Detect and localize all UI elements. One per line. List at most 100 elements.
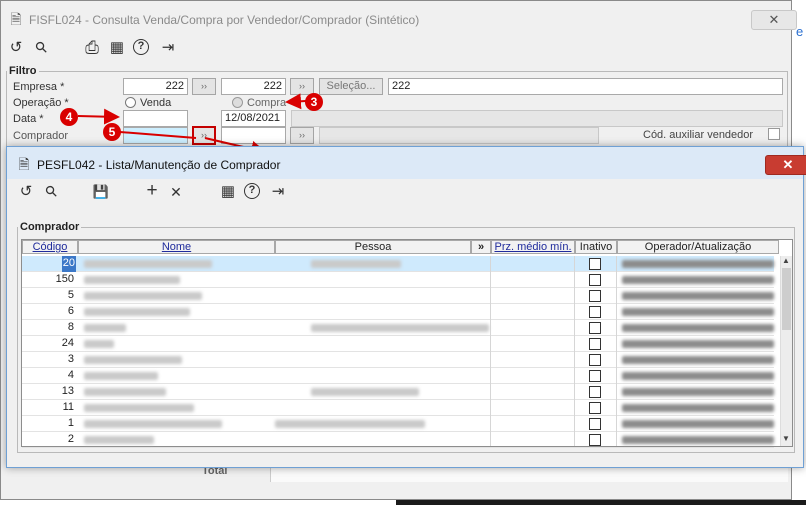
column-header-pessoa[interactable]: Pessoa	[275, 240, 471, 254]
redacted-nome	[84, 340, 114, 348]
refresh-icon[interactable]: ↺	[17, 183, 35, 201]
comprador-to-lookup-button[interactable]: ››	[290, 127, 314, 144]
empresa-from-input[interactable]: 222	[123, 78, 188, 95]
redacted-operador	[622, 260, 774, 268]
selecao-value-field[interactable]: 222	[388, 78, 783, 95]
window-close-button[interactable]: ✕	[751, 10, 797, 30]
print-icon[interactable]: ⎙	[83, 39, 101, 57]
comprador-to-input[interactable]	[221, 127, 286, 144]
scroll-up-icon[interactable]: ▲	[782, 256, 790, 265]
codigo-cell: 4	[67, 369, 74, 381]
annotation-badge-5: 5	[103, 123, 121, 141]
redacted-nome	[84, 420, 222, 428]
table-row[interactable]: 6	[22, 304, 774, 320]
table-row[interactable]: 13	[22, 384, 774, 400]
calendar-icon[interactable]: ▦	[219, 183, 237, 201]
inativo-checkbox[interactable]	[589, 290, 601, 302]
selecao-button[interactable]: Seleção...	[319, 78, 383, 95]
inativo-checkbox[interactable]	[589, 370, 601, 382]
comprador-lookup-button[interactable]: ››	[192, 126, 216, 145]
comprador-from-input[interactable]	[123, 127, 188, 144]
redacted-operador	[622, 372, 774, 380]
empresa-to-input[interactable]: 222	[221, 78, 286, 95]
redacted-nome	[84, 356, 182, 364]
redacted-operador	[622, 404, 774, 412]
redacted-operador	[622, 420, 774, 428]
add-icon[interactable]: +	[143, 181, 161, 200]
table-row[interactable]: 11	[22, 400, 774, 416]
help-icon[interactable]: ?	[133, 39, 149, 55]
comprador-grid: Código Nome Pessoa » Prz. médio mín. Ina…	[21, 239, 793, 448]
table-row[interactable]: 20	[22, 256, 774, 272]
compra-radio[interactable]	[232, 97, 243, 108]
data-to-input[interactable]: 12/08/2021	[221, 110, 286, 127]
inativo-checkbox[interactable]	[589, 386, 601, 398]
column-header-prz[interactable]: Prz. médio mín.	[491, 240, 575, 254]
table-row[interactable]: 5	[22, 288, 774, 304]
inativo-checkbox[interactable]	[589, 258, 601, 270]
cod-auxiliar-checkbox[interactable]	[768, 128, 780, 140]
table-row[interactable]: 3	[22, 352, 774, 368]
inativo-checkbox[interactable]	[589, 418, 601, 430]
codigo-cell: 13	[61, 385, 74, 397]
redacted-nome	[84, 308, 190, 316]
scroll-thumb[interactable]	[782, 268, 791, 330]
filtro-legend: Filtro	[9, 65, 37, 77]
grid-scrollbar[interactable]: ▲ ▼	[780, 256, 792, 446]
inativo-checkbox[interactable]	[589, 402, 601, 414]
calendar-icon[interactable]: ▦	[108, 39, 126, 57]
venda-radio[interactable]	[125, 97, 136, 108]
codigo-cell: 2	[67, 433, 74, 445]
redacted-operador	[622, 388, 774, 396]
codigo-cell: 11	[62, 401, 74, 413]
scroll-down-icon[interactable]: ▼	[782, 434, 790, 443]
inativo-checkbox[interactable]	[589, 354, 601, 366]
table-row[interactable]: 24	[22, 336, 774, 352]
redacted-operador	[622, 324, 774, 332]
help-icon[interactable]: ?	[244, 183, 260, 199]
redacted-nome	[84, 292, 202, 300]
codigo-cell: 5	[67, 289, 74, 301]
table-row[interactable]: 1	[22, 416, 774, 432]
inativo-checkbox[interactable]	[589, 434, 601, 446]
column-header-more[interactable]: »	[471, 240, 491, 254]
column-header-inativo[interactable]: Inativo	[575, 240, 617, 254]
save-icon[interactable]: 💾	[92, 183, 110, 201]
column-header-codigo[interactable]: Código	[22, 240, 78, 254]
data-label: Data *	[13, 113, 44, 125]
codigo-cell: 1	[67, 417, 74, 429]
column-header-operador[interactable]: Operador/Atualização	[617, 240, 779, 254]
inativo-checkbox[interactable]	[589, 274, 601, 286]
dialog-close-button[interactable]: ✕	[765, 155, 806, 175]
search-icon[interactable]: ⚲	[29, 35, 54, 60]
search-icon[interactable]: ⚲	[39, 179, 64, 204]
inativo-checkbox[interactable]	[589, 306, 601, 318]
redacted-nome	[84, 324, 126, 332]
grid-divider	[490, 256, 491, 446]
redacted-nome	[84, 436, 154, 444]
table-row[interactable]: 150	[22, 272, 774, 288]
redacted-pessoa	[311, 388, 419, 396]
background-window-edge: e	[796, 24, 804, 39]
grid-divider	[574, 256, 575, 446]
table-row[interactable]: 4	[22, 368, 774, 384]
data-from-input[interactable]	[123, 110, 188, 127]
refresh-icon[interactable]: ↺	[7, 39, 25, 57]
table-row[interactable]: 8	[22, 320, 774, 336]
inativo-checkbox[interactable]	[589, 322, 601, 334]
codigo-cell: 6	[67, 305, 74, 317]
column-header-nome[interactable]: Nome	[78, 240, 275, 254]
grid-divider	[616, 256, 617, 446]
taskbar-edge	[396, 500, 806, 505]
table-row[interactable]: 2	[22, 432, 774, 448]
redacted-pessoa	[311, 324, 489, 332]
venda-radio-label: Venda	[140, 97, 172, 109]
exit-icon[interactable]: ⇥	[159, 39, 177, 57]
inativo-checkbox[interactable]	[589, 338, 601, 350]
exit-icon[interactable]: ⇥	[269, 183, 287, 201]
annotation-badge-3: 3	[305, 93, 323, 111]
empresa-from-lookup-button[interactable]: ››	[192, 78, 216, 95]
codigo-cell: 24	[61, 337, 74, 349]
delete-icon[interactable]: ✕	[167, 183, 185, 201]
redacted-nome	[84, 388, 166, 396]
